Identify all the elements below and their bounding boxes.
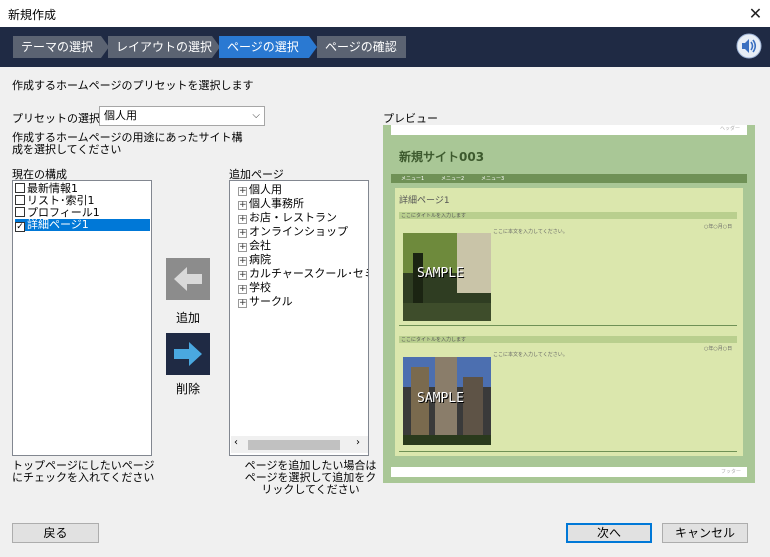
step-bar: テーマの選択 レイアウトの選択 ページの選択 ページの確認 — [0, 27, 770, 67]
preview-label: プレビュー — [383, 112, 438, 125]
tree-item[interactable]: + 会社 — [238, 239, 271, 253]
current-item-selected[interactable]: ✓ 詳細ページ1 — [15, 219, 150, 232]
window-title: 新規作成 — [8, 8, 57, 22]
preview-menu-1: メニュー1 — [401, 176, 425, 182]
preview-footer-bar — [391, 467, 747, 477]
tree-item[interactable]: + 学校 — [238, 281, 271, 295]
expand-icon[interactable]: + — [238, 257, 247, 266]
checkbox[interactable] — [15, 207, 25, 217]
instructions-text: 作成するホームページのプリセットを選択します — [12, 79, 254, 92]
add-arrow-left-icon[interactable] — [166, 258, 210, 300]
current-list[interactable]: 最新情報1 リスト･索引1 プロフィール1 ✓ 詳細ページ1 — [12, 180, 152, 456]
preview-menu-2: メニュー2 — [441, 176, 465, 182]
preset-label: プリセットの選択 — [12, 112, 100, 125]
preview-body-lead: ここに本文を入力してください。 — [493, 229, 568, 235]
tree-item[interactable]: + お店・レストラン — [238, 211, 337, 225]
add-pages-tree[interactable]: + 個人用 + 個人事務所 + お店・レストラン + オンラインショップ + 会社 + 病院… — [229, 180, 369, 456]
preview-sample-text: SAMPLE — [417, 266, 464, 281]
delete-arrow-right-icon[interactable] — [166, 333, 210, 375]
add-button-label[interactable]: 追加 — [176, 309, 200, 326]
tree-item[interactable]: + サークル — [238, 295, 293, 309]
add-pages-hint: ページを追加したい場合はページを選択して追加をクリックしてください — [244, 459, 377, 496]
tree-item[interactable]: + 個人用 — [238, 183, 282, 197]
expand-icon[interactable]: + — [238, 299, 247, 308]
preset-value: 個人用 — [104, 109, 137, 122]
preview-date: ○年○月○日 — [704, 346, 733, 352]
scrollbar-thumb[interactable] — [248, 440, 340, 450]
preview-page-title: 詳細ページ1 — [399, 196, 450, 206]
cancel-button[interactable]: キャンセル — [662, 523, 748, 543]
preview-menu-3: メニュー3 — [481, 176, 505, 182]
preview-header-bar — [391, 125, 747, 135]
preview-body-lead: ここに本文を入力してください。 — [493, 352, 568, 358]
preview-footer-text: フッター — [721, 469, 742, 475]
tree-item[interactable]: + オンラインショップ — [238, 225, 348, 239]
current-hint: トップページにしたいページにチェックを入れてください — [12, 459, 155, 484]
preview-header-text: ヘッダー — [720, 126, 741, 132]
checkbox[interactable] — [15, 195, 25, 205]
scroll-right-icon[interactable]: › — [356, 437, 360, 448]
tree-item[interactable]: +カルチャースクール･セミナー — [238, 267, 368, 281]
expand-icon[interactable]: + — [238, 229, 247, 238]
expand-icon[interactable]: + — [238, 201, 247, 210]
checkbox-checked[interactable]: ✓ — [15, 222, 25, 232]
preview-divider — [399, 451, 737, 452]
step-theme: テーマの選択 — [13, 36, 109, 58]
next-button[interactable]: 次へ — [566, 523, 652, 543]
preview-pane: ヘッダー 新規サイト003 メニュー1 メニュー2 メニュー3 詳細ページ1 こ… — [383, 125, 755, 483]
close-icon[interactable]: ✕ — [741, 0, 770, 27]
preview-sample-text: SAMPLE — [417, 391, 464, 406]
step-page: ページの選択 — [219, 36, 317, 58]
preview-site-title: 新規サイト003 — [399, 150, 485, 164]
chevron-down-icon: ⌵ — [252, 110, 260, 121]
preview-section-title: ここにタイトルを入力します — [401, 337, 467, 343]
preview-divider — [399, 325, 737, 326]
expand-icon[interactable]: + — [238, 187, 247, 196]
tree-item[interactable]: + 病院 — [238, 253, 271, 267]
checkbox[interactable] — [15, 183, 25, 193]
preset-select[interactable]: 個人用 ⌵ — [99, 106, 265, 126]
scroll-left-icon[interactable]: ‹ — [234, 437, 238, 448]
preview-section-title: ここにタイトルを入力します — [401, 213, 467, 219]
back-button[interactable]: 戻る — [12, 523, 99, 543]
tree-item[interactable]: + 個人事務所 — [238, 197, 304, 211]
delete-button-label[interactable]: 削除 — [176, 380, 200, 397]
expand-icon[interactable]: + — [238, 271, 247, 280]
expand-icon[interactable]: + — [238, 243, 247, 252]
step-layout: レイアウトの選択 — [108, 36, 220, 58]
expand-icon[interactable]: + — [238, 285, 247, 294]
purpose-text: 作成するホームページの用途にあったサイト構成を選択してください — [12, 131, 243, 156]
speaker-icon[interactable] — [736, 33, 762, 59]
expand-icon[interactable]: + — [238, 215, 247, 224]
title-bar — [0, 0, 770, 27]
step-confirm: ページの確認 — [317, 36, 406, 58]
